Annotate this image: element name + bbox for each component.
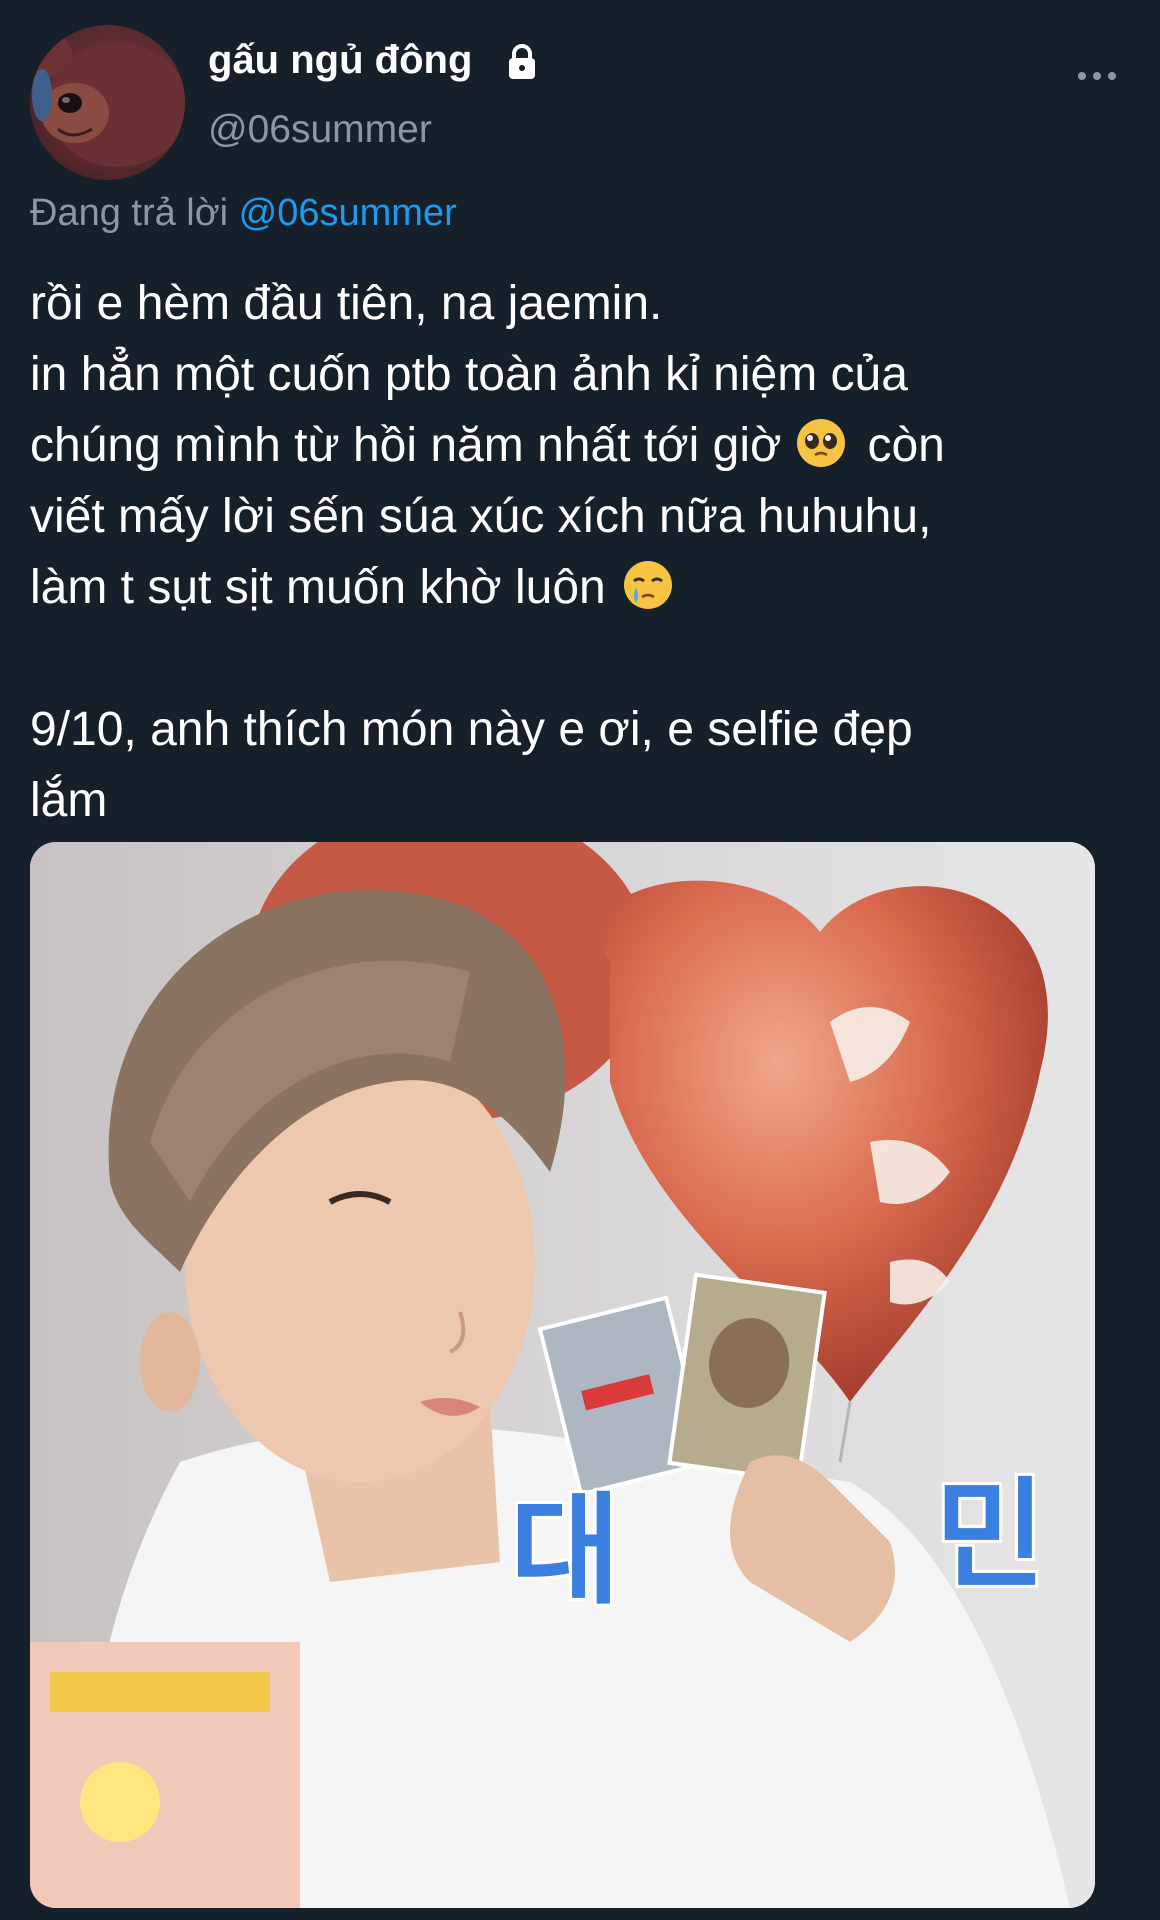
reply-mention-link[interactable]: @06summer (239, 192, 457, 234)
tweet-photo[interactable]: 대 민 (30, 842, 1095, 1908)
tweet-line: rồi e hèm đầu tiên, na jaemin. (30, 277, 663, 330)
author-handle[interactable]: @06summer (208, 108, 432, 152)
caption-right: 민 (935, 1467, 1045, 1606)
tweet-line-text: làm t sụt sịt muốn khờ luôn (30, 561, 606, 614)
replying-to: Đang trả lời @06summer (30, 192, 457, 235)
avatar[interactable] (30, 25, 185, 180)
more-options-icon[interactable] (1074, 56, 1120, 96)
tweet-text: rồi e hèm đầu tiên, na jaemin. in hẳn mộ… (30, 268, 1140, 836)
tweet-line: 9/10, anh thích món này e ơi, e selfie đ… (30, 703, 913, 756)
lock-icon (509, 44, 535, 79)
tweet-line: viết mấy lời sến súa xúc xích nữa huhuhu… (30, 490, 932, 543)
tweet-line-text: còn (867, 419, 945, 472)
tweet-line-text: chúng mình từ hồi năm nhất tới giờ (30, 419, 782, 472)
display-name[interactable]: gấu ngủ đông (208, 38, 472, 83)
tweet-line: in hẳn một cuốn ptb toàn ảnh kỉ niệm của (30, 348, 908, 401)
crying-face-emoji (623, 561, 672, 609)
tweet-view: gấu ngủ đông @06summer Đang trả lời @06s… (0, 0, 1160, 1920)
teddy-bear-avatar (30, 33, 185, 167)
caption-left: 대 (510, 1482, 620, 1621)
photo-image: 대 민 (30, 842, 1095, 1908)
tweet-line: lắm (30, 774, 108, 827)
pleading-face-emoji (797, 419, 846, 467)
tweet-line: làm t sụt sịt muốn khờ luôn (30, 552, 1140, 623)
replying-to-label: Đang trả lời (30, 192, 239, 234)
tweet-line: chúng mình từ hồi năm nhất tới giờ còn (30, 410, 1140, 481)
